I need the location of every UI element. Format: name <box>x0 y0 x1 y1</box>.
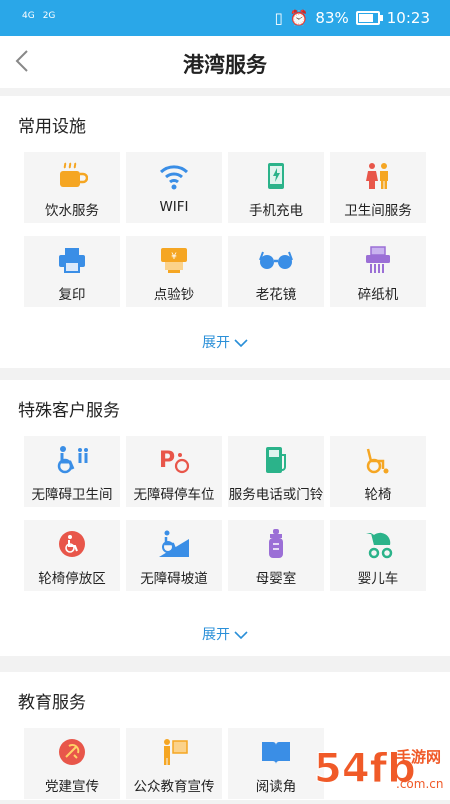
grid-item-ramp[interactable]: 无障碍坡道 <box>126 520 222 591</box>
accessible-toilet-icon <box>24 444 120 476</box>
grid-item-party[interactable]: 党建宣传 <box>24 728 120 799</box>
status-bar: 4G 2G ▯ ⏰ 83% 10:23 <box>0 0 450 36</box>
wifi-icon <box>126 160 222 192</box>
page-title: 港湾服务 <box>183 53 267 77</box>
grid-item-service-phone[interactable]: 服务电话或门铃 <box>228 436 324 507</box>
grid-item-label: 公众教育宣传 <box>133 779 215 795</box>
grid-item-stroller[interactable]: 婴儿车 <box>330 520 426 591</box>
svg-text:.com.cn: .com.cn <box>396 777 443 791</box>
status-right: ▯ ⏰ 83% 10:23 <box>274 9 430 27</box>
cup-icon <box>24 160 120 192</box>
glasses-icon <box>228 244 324 276</box>
chevron-down-icon <box>234 631 248 640</box>
accessible-parking-icon: P <box>126 444 222 476</box>
signal-indicators: 4G 2G <box>22 11 55 21</box>
expand-button[interactable]: 展开 <box>0 332 450 352</box>
grid-item-label: 无障碍停车位 <box>133 487 215 503</box>
alarm-icon: ⏰ <box>289 9 309 27</box>
signal-2: 2G <box>42 11 56 21</box>
grid-item-shredder[interactable]: 碎纸机 <box>330 236 426 307</box>
expand-button[interactable]: 展开 <box>0 624 450 644</box>
svg-text:手游网: 手游网 <box>396 748 441 766</box>
cash-check-icon: ¥ <box>126 244 222 276</box>
grid-item-label: 点验钞 <box>153 287 195 303</box>
grid-item-label: 党建宣传 <box>45 779 99 795</box>
grid-item-copy[interactable]: 复印 <box>24 236 120 307</box>
printer-icon <box>24 244 120 276</box>
grid-item-label: 无障碍卫生间 <box>31 487 113 503</box>
grid-item-label: 饮水服务 <box>45 203 99 219</box>
grid-item-label: 碎纸机 <box>357 287 399 303</box>
svg-text:P: P <box>159 448 175 473</box>
grid-item-water[interactable]: 饮水服务 <box>24 152 120 223</box>
service-phone-icon <box>228 444 324 476</box>
section-title: 常用设施 <box>18 117 86 137</box>
grid-item-label: WIFI <box>159 199 189 215</box>
section-title: 教育服务 <box>18 693 86 713</box>
vibrate-icon: ▯ <box>274 9 283 27</box>
clock: 10:23 <box>386 9 430 27</box>
grid-item-label: 老花镜 <box>255 287 297 303</box>
ramp-icon <box>126 528 222 560</box>
svg-text:¥: ¥ <box>171 252 177 262</box>
grid-item-wheelchair[interactable]: 轮椅 <box>330 436 426 507</box>
party-icon <box>24 736 120 768</box>
phone-charge-icon <box>228 160 324 192</box>
expand-label: 展开 <box>202 627 230 643</box>
battery-percent: 83% <box>315 9 349 27</box>
baby-bottle-icon <box>228 528 324 560</box>
section-title: 特殊客户服务 <box>18 401 120 421</box>
stroller-icon <box>330 528 426 560</box>
wheelchair-icon <box>330 444 426 476</box>
grid-item-wheelchair-parking[interactable]: 轮椅停放区 <box>24 520 120 591</box>
signal-1: 4G <box>22 11 35 21</box>
grid-item-label: 母婴室 <box>255 571 297 587</box>
grid-item-glasses[interactable]: 老花镜 <box>228 236 324 307</box>
grid-item-label: 轮椅停放区 <box>38 571 106 587</box>
grid-item-label: 复印 <box>58 287 86 303</box>
restroom-icon <box>330 160 426 192</box>
grid-item-label: 手机充电 <box>249 203 303 219</box>
grid-item-restroom[interactable]: 卫生间服务 <box>330 152 426 223</box>
grid-item-accessible-parking[interactable]: P 无障碍停车位 <box>126 436 222 507</box>
nav-bar: 港湾服务 <box>0 36 450 88</box>
grid-item-charge[interactable]: 手机充电 <box>228 152 324 223</box>
chevron-down-icon <box>234 339 248 348</box>
facility-grid: 饮水服务 WIFI 手机充电 卫生间服务 复印 ¥ 点验钞 老花镜 碎纸机 <box>24 152 427 307</box>
battery-icon <box>355 11 383 25</box>
watermark: 54fb 手游网 .com.cn <box>310 730 450 800</box>
section-special-customers: 特殊客户服务 无障碍卫生间 P 无障碍停车位 服务电话或门铃 轮椅 轮椅停放区 … <box>0 380 450 656</box>
education-icon <box>126 736 222 768</box>
expand-label: 展开 <box>202 335 230 351</box>
grid-item-label: 无障碍坡道 <box>140 571 208 587</box>
grid-item-label: 卫生间服务 <box>344 203 412 219</box>
grid-item-cash[interactable]: ¥ 点验钞 <box>126 236 222 307</box>
grid-item-education[interactable]: 公众教育宣传 <box>126 728 222 799</box>
section-common-facilities: 常用设施 饮水服务 WIFI 手机充电 卫生间服务 复印 ¥ 点验钞 老花镜 碎… <box>0 96 450 368</box>
special-grid: 无障碍卫生间 P 无障碍停车位 服务电话或门铃 轮椅 轮椅停放区 无障碍坡道 母… <box>24 436 427 591</box>
grid-item-label: 服务电话或门铃 <box>228 487 324 503</box>
grid-item-label: 婴儿车 <box>357 571 399 587</box>
grid-item-label: 轮椅 <box>364 487 392 503</box>
grid-item-accessible-toilet[interactable]: 无障碍卫生间 <box>24 436 120 507</box>
wheelchair-parking-icon <box>24 528 120 560</box>
grid-item-wifi[interactable]: WIFI <box>126 152 222 223</box>
grid-item-mother-baby[interactable]: 母婴室 <box>228 520 324 591</box>
shredder-icon <box>330 244 426 276</box>
